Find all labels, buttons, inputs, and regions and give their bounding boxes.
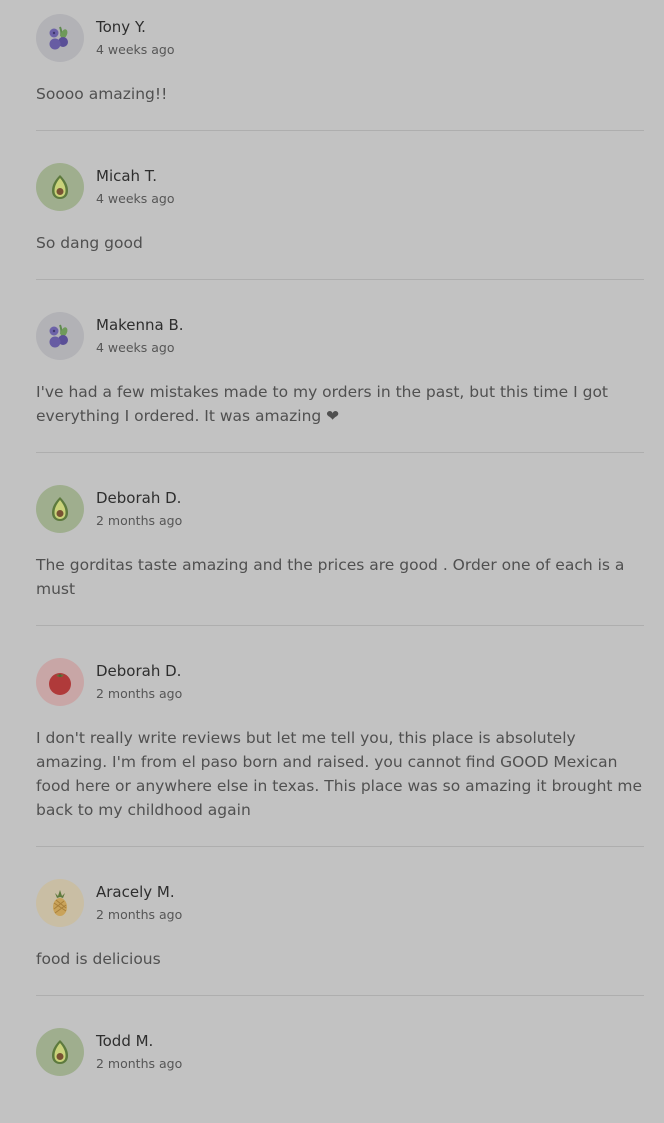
review-time: 2 months ago: [96, 513, 183, 528]
tomato-icon: [36, 658, 84, 706]
review-time: 2 months ago: [96, 907, 183, 922]
blueberry-icon: [36, 312, 84, 360]
review-header: Deborah D. 2 months ago: [36, 658, 644, 706]
review-text: [36, 1096, 644, 1120]
review-time: 4 weeks ago: [96, 340, 175, 355]
review-time: 2 months ago: [96, 1056, 183, 1071]
reviewer-name: Aracely M.: [96, 883, 175, 901]
avocado-icon: [36, 485, 84, 533]
review-header: Deborah D. 2 months ago: [36, 485, 644, 533]
review-item: Todd M. 2 months ago: [36, 996, 644, 1120]
reviewer-name: Makenna B.: [96, 316, 184, 334]
review-text: Soooo amazing!!: [36, 85, 168, 103]
review-text: I don't really write reviews but let me …: [36, 729, 643, 819]
review-item: Deborah D. 2 months ago The gorditas tas…: [36, 453, 644, 626]
review-text: I've had a few mistakes made to my order…: [36, 383, 609, 425]
review-item: Deborah D. 2 months ago I don't really w…: [36, 626, 644, 847]
reviewer-name: Deborah D.: [96, 662, 182, 680]
review-item: Makenna B. 4 weeks ago I've had a few mi…: [36, 280, 644, 453]
review-text: food is delicious: [36, 950, 161, 968]
review-time: 2 months ago: [96, 686, 183, 701]
reviews-list: Tony Y. 4 weeks ago Soooo amazing!! Mica…: [0, 0, 644, 1120]
review-header: Makenna B. 4 weeks ago: [36, 312, 644, 360]
avocado-icon: [36, 163, 84, 211]
review-text: The gorditas taste amazing and the price…: [36, 556, 625, 598]
review-item: Micah T. 4 weeks ago So dang good: [36, 131, 644, 280]
avocado-icon: [36, 1028, 84, 1076]
blueberry-icon: [36, 14, 84, 62]
review-header: Tony Y. 4 weeks ago: [36, 14, 644, 62]
pineapple-icon: [36, 879, 84, 927]
review-time: 4 weeks ago: [96, 191, 175, 206]
review-text: So dang good: [36, 234, 143, 252]
reviewer-name: Deborah D.: [96, 489, 182, 507]
review-header: Todd M. 2 months ago: [36, 1028, 644, 1076]
review-header: Micah T. 4 weeks ago: [36, 163, 644, 211]
reviewer-name: Todd M.: [96, 1032, 154, 1050]
review-item: Aracely M. 2 months ago food is deliciou…: [36, 847, 644, 996]
review-item: Tony Y. 4 weeks ago Soooo amazing!!: [36, 0, 644, 131]
review-time: 4 weeks ago: [96, 42, 175, 57]
reviewer-name: Micah T.: [96, 167, 157, 185]
review-header: Aracely M. 2 months ago: [36, 879, 644, 927]
reviewer-name: Tony Y.: [96, 18, 146, 36]
